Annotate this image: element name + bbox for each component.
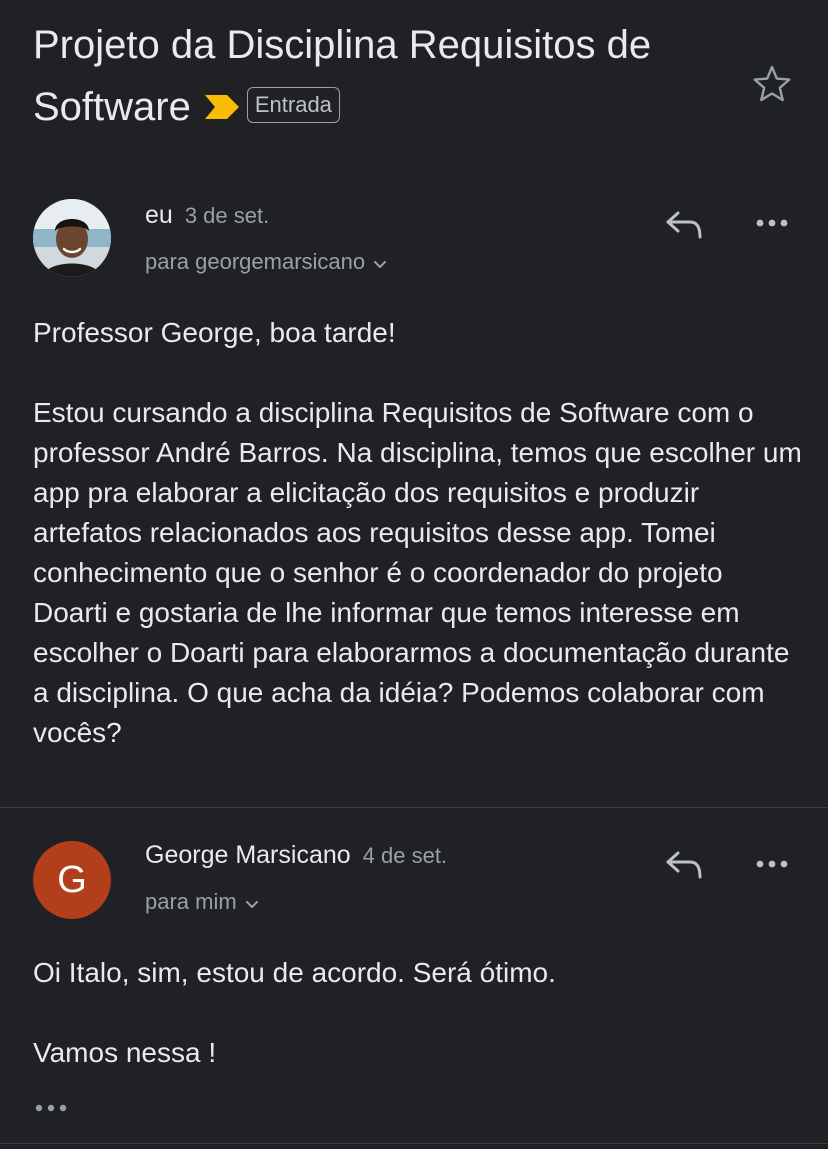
chevron-down-icon: [373, 250, 387, 276]
message-divider: [0, 807, 828, 808]
sender-name: eu: [145, 201, 173, 229]
avatar[interactable]: [33, 199, 111, 277]
star-icon[interactable]: [752, 64, 792, 104]
sender-name: George Marsicano: [145, 841, 351, 869]
reply-icon[interactable]: [664, 207, 704, 241]
sender-row: eu 3 de set.: [145, 201, 269, 230]
message-body: Professor George, boa tarde! Estou cursa…: [33, 313, 803, 753]
more-options-icon[interactable]: [752, 854, 792, 874]
sender-row: George Marsicano 4 de set.: [145, 841, 447, 870]
recipient-toggle[interactable]: para georgemarsicano: [145, 249, 387, 276]
message-date: 3 de set.: [184, 203, 270, 228]
message-body: Oi Italo, sim, estou de acordo. Será óti…: [33, 953, 803, 1073]
body-paragraph: Professor George, boa tarde!: [33, 317, 396, 348]
subject-line-2: Software: [33, 85, 191, 129]
email-subject: Projeto da Disciplina Requisitos de Soft…: [33, 14, 733, 140]
body-paragraph: Estou cursando a disciplina Requisitos d…: [33, 397, 802, 748]
avatar[interactable]: G: [33, 841, 111, 919]
message-header[interactable]: eu 3 de set. para georgemarsicano: [0, 195, 828, 285]
recipient-toggle[interactable]: para mim: [145, 889, 259, 916]
inbox-label[interactable]: Entrada: [246, 87, 340, 124]
message-date: 4 de set.: [362, 843, 448, 868]
recipient-text: para mim: [145, 889, 237, 914]
show-trimmed-content-icon[interactable]: [33, 1098, 73, 1118]
more-options-icon[interactable]: [752, 213, 792, 233]
recipient-text: para georgemarsicano: [145, 249, 366, 274]
importance-marker-icon[interactable]: [204, 75, 239, 137]
body-paragraph: Vamos nessa !: [33, 1037, 217, 1068]
message-divider: [0, 1143, 828, 1144]
reply-icon[interactable]: [664, 847, 704, 881]
subject-line-1: Projeto da Disciplina Requisitos de: [33, 23, 652, 67]
body-paragraph: Oi Italo, sim, estou de acordo. Será óti…: [33, 957, 556, 988]
chevron-down-icon: [245, 890, 259, 916]
message-header[interactable]: G George Marsicano 4 de set. para mim: [0, 835, 828, 925]
